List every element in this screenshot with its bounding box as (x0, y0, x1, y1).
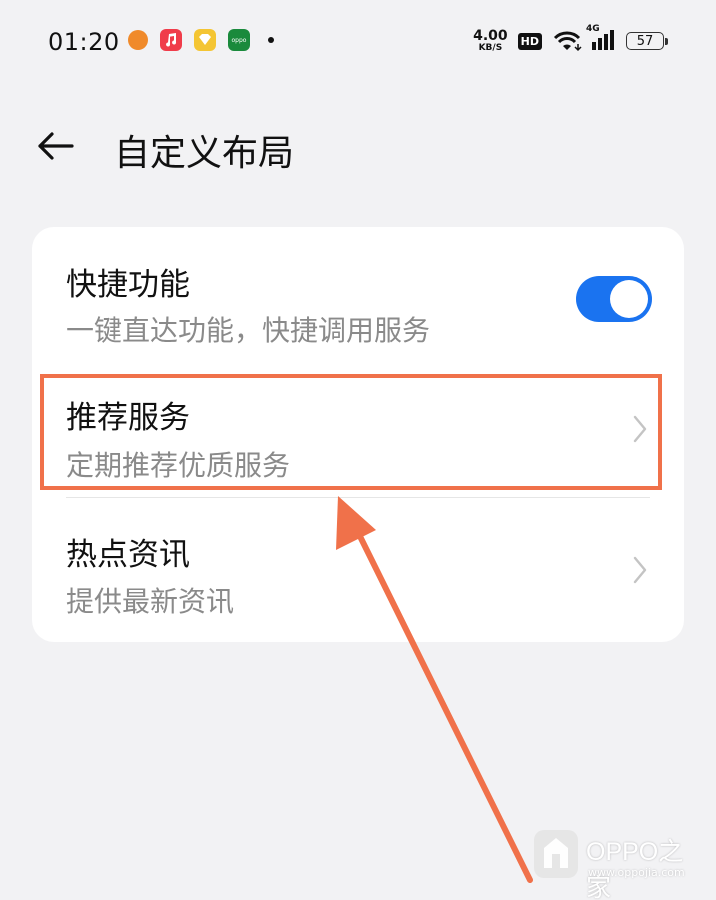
wifi-icon (553, 31, 582, 52)
hd-badge: HD (517, 32, 542, 50)
status-time: 01:20 (48, 28, 120, 56)
wallet-icon (194, 29, 216, 51)
more-notifications-dot (268, 37, 274, 43)
chevron-right-icon (633, 556, 647, 584)
screen: 01:20 oppo 4.00 KB/S HD 4G 57 自定义布局 快捷功能… (0, 0, 716, 900)
ele-me-icon (128, 30, 148, 50)
back-arrow-icon[interactable] (36, 130, 76, 162)
cellular-signal: 4G (586, 24, 616, 54)
setting-title: 热点资讯 (66, 537, 190, 573)
setting-quick-functions[interactable]: 快捷功能 一键直达功能，快捷调用服务 (32, 227, 684, 362)
watermark-url: www.oppojia.com (588, 866, 685, 879)
setting-title: 快捷功能 (66, 267, 190, 303)
watermark-logo-icon (534, 830, 578, 878)
setting-subtitle: 一键直达功能，快捷调用服务 (66, 314, 431, 347)
battery-icon: 57 (626, 32, 668, 50)
page-header: 自定义布局 (0, 110, 716, 182)
network-type: 4G (586, 24, 600, 34)
notification-icons: oppo (128, 29, 274, 51)
setting-subtitle: 提供最新资讯 (66, 585, 235, 618)
watermark: OPPO之家 www.oppojia.com (534, 826, 704, 900)
oppo-icon: oppo (228, 29, 250, 51)
quick-functions-toggle[interactable] (576, 276, 652, 322)
status-bar: 01:20 oppo 4.00 KB/S HD 4G 57 (0, 0, 716, 84)
page-title: 自定义布局 (114, 133, 295, 174)
toggle-knob (610, 280, 648, 318)
network-speed: 4.00 KB/S (473, 29, 508, 53)
setting-hot-news[interactable]: 热点资讯 提供最新资讯 (32, 497, 684, 642)
network-speed-unit: KB/S (478, 43, 503, 53)
highlight-box (40, 374, 662, 490)
system-icons: 4.00 KB/S HD 4G 57 (473, 24, 668, 54)
music-icon (160, 29, 182, 51)
battery-level: 57 (636, 33, 654, 49)
network-speed-value: 4.00 (473, 28, 508, 44)
